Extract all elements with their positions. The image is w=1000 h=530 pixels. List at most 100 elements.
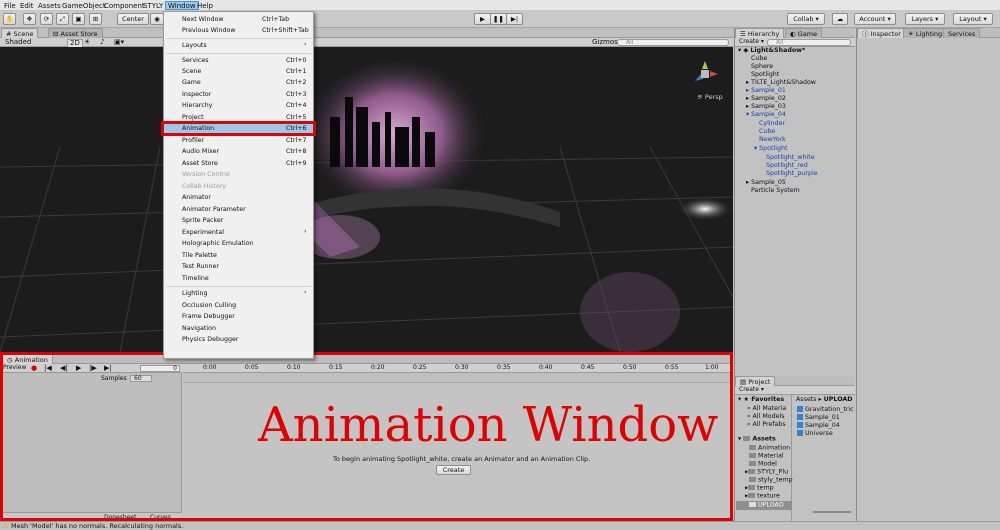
hierarchy-item[interactable]: Cube — [759, 128, 775, 135]
tab-game[interactable]: ◐ Game — [785, 28, 823, 38]
scene-orientation-gizmo[interactable] — [690, 59, 720, 89]
effects-toggle-icon[interactable]: ▣▾ — [114, 39, 124, 46]
hierarchy-item[interactable]: ▸ Sample_05 — [746, 179, 786, 186]
menu-file[interactable]: File — [4, 2, 16, 10]
favorites-item[interactable]: ⌕ All Prefabs — [747, 421, 786, 428]
menu-item-next-window[interactable]: Next Window Ctrl+Tab — [164, 14, 313, 25]
tab-services[interactable]: Services — [943, 28, 981, 38]
audio-toggle-icon[interactable]: ♪ — [100, 39, 104, 46]
hierarchy-item[interactable]: Spotlight_purple — [766, 170, 818, 177]
menu-item-holographic-emulation[interactable]: Holographic Emulation — [164, 238, 313, 249]
project-create-button[interactable]: Create ▾ — [739, 387, 764, 393]
hierarchy-item[interactable]: Spotlight_white — [766, 154, 815, 161]
menu-item-frame-debugger[interactable]: Frame Debugger — [164, 311, 313, 322]
menu-item-previous-window[interactable]: Previous Window Ctrl+Shift+Tab — [164, 25, 313, 36]
hierarchy-scene-root[interactable]: ▾ ◆ Light&Shadow* — [738, 47, 805, 54]
transform-tool-button[interactable]: ⊞ — [89, 13, 102, 25]
menu-item-occlusion-culling[interactable]: Occlusion Culling — [164, 300, 313, 311]
pause-button[interactable]: ❚❚ — [490, 13, 507, 25]
menu-gameobject[interactable]: GameObject — [62, 2, 106, 10]
scale-tool-button[interactable]: ⤢ — [56, 13, 69, 25]
tab-inspector[interactable]: ⓘ Inspector — [857, 28, 906, 38]
hierarchy-item[interactable]: ▸ Sample_03 — [746, 103, 786, 110]
hierarchy-create-button[interactable]: Create ▾ — [739, 39, 764, 45]
menu-item-tile-palette[interactable]: Tile Palette — [164, 250, 313, 261]
folder-item[interactable]: ▸ texture — [745, 493, 780, 500]
hand-tool-button[interactable]: ✋ — [3, 13, 16, 25]
folder-item-selected[interactable]: UPLOAD — [736, 501, 792, 510]
hierarchy-item[interactable]: Particle System — [751, 187, 800, 194]
menu-item-profiler[interactable]: Profiler Ctrl+7 — [164, 135, 313, 146]
menu-edit[interactable]: Edit — [20, 2, 34, 10]
menu-window[interactable]: Window — [165, 1, 199, 10]
menu-item-asset-store[interactable]: Asset Store Ctrl+9 — [164, 158, 313, 169]
scene-viewport[interactable]: ⚞ Persp — [0, 47, 733, 352]
menu-item-sprite-packer[interactable]: Sprite Packer — [164, 215, 313, 226]
scene-search-input[interactable]: All — [617, 39, 729, 46]
projection-label[interactable]: ⚞ Persp — [697, 94, 723, 101]
hierarchy-item[interactable]: ▾ Spotlight — [754, 145, 787, 152]
menu-item-timeline[interactable]: Timeline — [164, 273, 313, 284]
account-dropdown[interactable]: Account ▾ — [854, 13, 896, 25]
favorites-header[interactable]: ▾ ★ Favorites — [738, 396, 784, 403]
pivot-center-button[interactable]: Center — [117, 13, 149, 25]
tab-scene[interactable]: # Scene — [1, 28, 39, 38]
asset-file[interactable]: Sample_01 — [797, 414, 840, 421]
menu-component[interactable]: Component — [104, 2, 145, 10]
collab-button[interactable]: Collab ▾ — [787, 13, 825, 25]
assets-root[interactable]: ▾ Assets — [738, 436, 776, 443]
project-breadcrumb[interactable]: Assets ▸ UPLOAD — [796, 396, 852, 403]
cloud-button[interactable]: ☁ — [832, 13, 848, 25]
menu-item-layouts[interactable]: Layouts › — [164, 40, 313, 51]
hierarchy-item[interactable]: Spotlight_red — [766, 162, 808, 169]
asset-file[interactable]: Sample_04 — [797, 422, 840, 429]
asset-file[interactable]: Gravitation_tric — [797, 406, 854, 413]
hierarchy-item[interactable]: NewYork — [759, 136, 786, 143]
menu-item-scene[interactable]: Scene Ctrl+1 — [164, 66, 313, 77]
move-tool-button[interactable]: ✥ — [23, 13, 36, 25]
folder-item[interactable]: Model — [749, 461, 777, 468]
hierarchy-item[interactable]: Spotlight — [751, 71, 779, 78]
menu-assets[interactable]: Assets — [38, 2, 61, 10]
hierarchy-item[interactable]: ▸ Sample_01 — [746, 87, 786, 94]
folder-item[interactable]: styly_temp — [749, 477, 793, 484]
hierarchy-search-input[interactable]: All — [767, 39, 851, 46]
rotate-tool-button[interactable]: ⟳ — [40, 13, 53, 25]
menu-item-lighting[interactable]: Lighting › — [164, 288, 313, 299]
favorites-item[interactable]: ⌕ All Materia — [747, 405, 786, 412]
folder-item[interactable]: ▸ STYLY_Plu — [745, 469, 788, 476]
menu-item-animator[interactable]: Animator — [164, 192, 313, 203]
pivot-local-button[interactable]: ◉ — [150, 13, 164, 25]
status-message[interactable]: Mesh 'Model' has no normals. Recalculati… — [11, 523, 183, 530]
layout-dropdown[interactable]: Layout ▾ — [953, 13, 993, 25]
menu-item-test-runner[interactable]: Test Runner — [164, 261, 313, 272]
folder-item[interactable]: ▸ temp — [745, 485, 774, 492]
hierarchy-item[interactable]: Cube — [751, 55, 767, 62]
layers-dropdown[interactable]: Layers ▾ — [905, 13, 945, 25]
play-button[interactable]: ▶ — [474, 13, 491, 25]
step-button[interactable]: ▶| — [506, 13, 523, 25]
menu-item-services[interactable]: Services Ctrl+0 — [164, 55, 313, 66]
menu-item-hierarchy[interactable]: Hierarchy Ctrl+4 — [164, 100, 313, 111]
folder-item[interactable]: Material — [749, 453, 784, 460]
menu-item-audio-mixer[interactable]: Audio Mixer Ctrl+8 — [164, 146, 313, 157]
asset-file[interactable]: Universe — [797, 430, 833, 437]
tab-lighting[interactable]: ☀ Lighting — [903, 28, 948, 38]
menu-help[interactable]: Help — [197, 2, 213, 10]
menu-item-physics-debugger[interactable]: Physics Debugger — [164, 334, 313, 345]
menu-item-game[interactable]: Game Ctrl+2 — [164, 77, 313, 88]
hierarchy-item[interactable]: ▸ TILTE_Light&Shadow — [746, 79, 816, 86]
menu-item-inspector[interactable]: Inspector Ctrl+3 — [164, 89, 313, 100]
icon-size-slider[interactable] — [813, 511, 851, 513]
hierarchy-item[interactable]: ▸ Sample_02 — [746, 95, 786, 102]
favorites-item[interactable]: ⌕ All Models — [747, 413, 785, 420]
lighting-toggle-icon[interactable]: ☀ — [84, 39, 90, 46]
hierarchy-item[interactable]: Sphere — [751, 63, 773, 70]
hierarchy-item[interactable]: ▾ Sample_04 — [746, 111, 786, 118]
tab-project[interactable]: ▤ Project — [735, 376, 776, 386]
hierarchy-item[interactable]: Cylinder — [759, 120, 785, 127]
shading-mode-dropdown[interactable]: Shaded — [5, 39, 31, 46]
folder-item[interactable]: Animation — [749, 445, 790, 452]
tab-asset-store[interactable]: ⊟ Asset Store — [48, 28, 103, 38]
rect-tool-button[interactable]: ▣ — [72, 13, 85, 25]
